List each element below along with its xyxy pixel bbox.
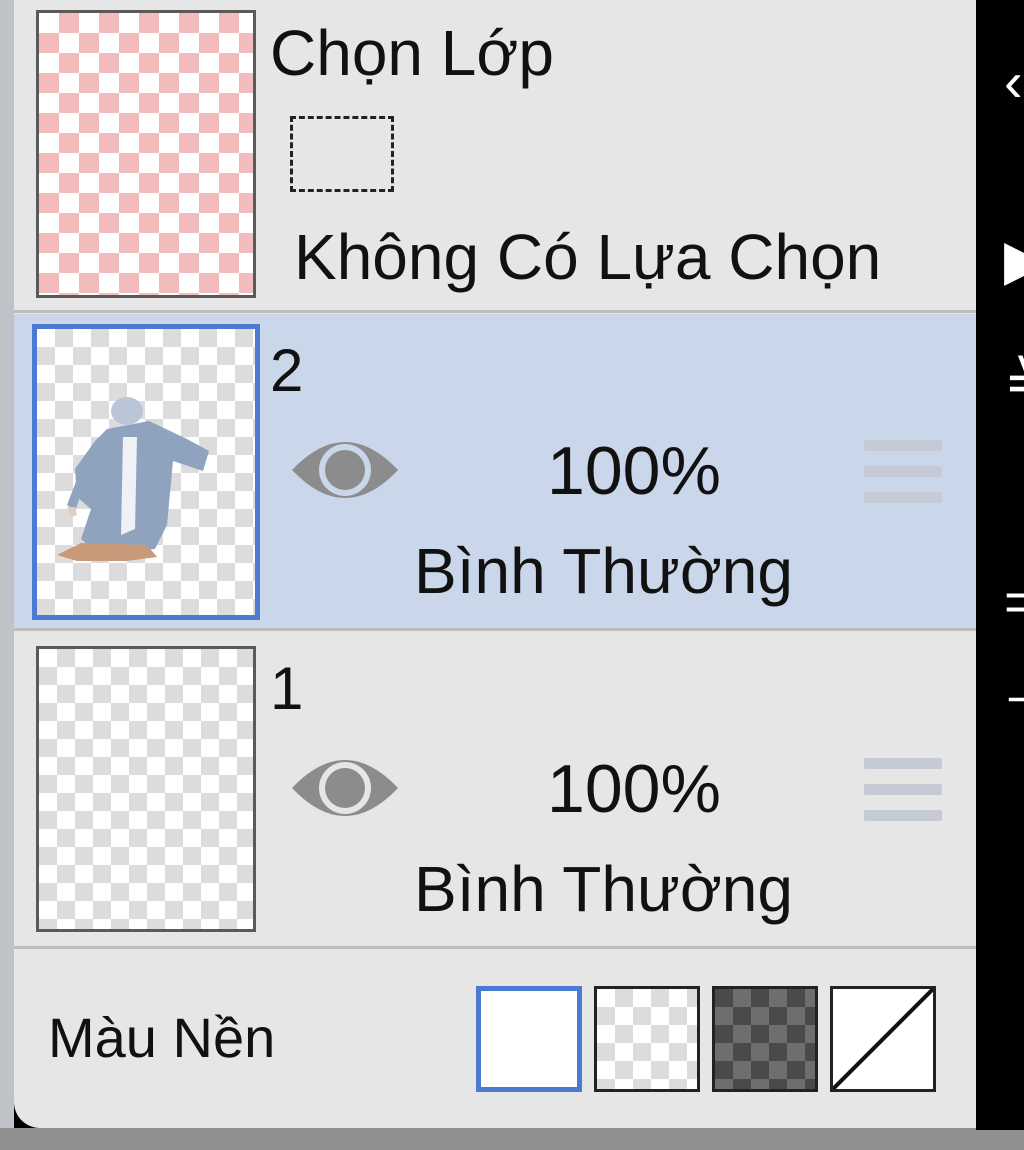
background-color-row: Màu Nền [14, 950, 976, 1128]
selection-layer-row[interactable]: Chọn Lớp Không Có Lựa Chọn [14, 0, 976, 310]
divider [14, 310, 976, 313]
layer-number: 1 [270, 655, 304, 722]
selection-layer-thumbnail [36, 10, 256, 298]
layer-2-thumbnail[interactable] [32, 324, 260, 620]
selection-marquee-icon [290, 116, 394, 192]
list-icon[interactable]: = [1004, 574, 1024, 630]
canvas-backdrop [0, 0, 14, 1150]
layer-blend-mode[interactable]: Bình Thường [414, 854, 793, 924]
none-swatch[interactable] [830, 986, 936, 1092]
diagonal-line-icon [833, 989, 933, 1089]
white-swatch[interactable] [476, 986, 582, 1092]
drag-handle-icon[interactable] [864, 758, 944, 822]
dark-checker-swatch[interactable] [712, 986, 818, 1092]
layer-row-1[interactable]: 1 100% Bình Thường [14, 632, 976, 946]
trash-icon[interactable]: ⊤ [1004, 690, 1024, 746]
menu-icon[interactable]: ⋮ [1004, 856, 1024, 912]
arrow-left-icon[interactable]: ‹ [1004, 54, 1023, 110]
bottom-edge [0, 1128, 1024, 1150]
divider [14, 628, 976, 631]
eye-icon[interactable] [290, 430, 400, 510]
play-icon[interactable]: ▶ [1004, 232, 1024, 288]
transparent-checker-swatch[interactable] [594, 986, 700, 1092]
layer-number: 2 [270, 337, 304, 404]
figure-sketch-image [57, 397, 209, 561]
background-color-label: Màu Nền [48, 1006, 276, 1069]
divider [14, 946, 976, 949]
selection-status-text: Không Có Lựa Chọn [294, 221, 882, 293]
layer-row-2[interactable]: 2 100% Bình Thường [14, 314, 976, 628]
drag-handle-icon[interactable] [864, 440, 944, 504]
eye-icon[interactable] [290, 748, 400, 828]
right-toolbar: ‹ ▶ ≚ = ⊤ ⋮ [976, 0, 1024, 1130]
selection-layer-title: Chọn Lớp [270, 17, 554, 89]
layer-opacity[interactable]: 100% [484, 434, 784, 508]
merge-icon[interactable]: ≚ [1004, 354, 1024, 410]
layer-opacity[interactable]: 100% [484, 752, 784, 826]
layer-1-thumbnail[interactable] [36, 646, 256, 932]
layers-panel: Chọn Lớp Không Có Lựa Chọn 2 100% Bình T… [14, 0, 976, 1128]
layer-blend-mode[interactable]: Bình Thường [414, 536, 793, 606]
